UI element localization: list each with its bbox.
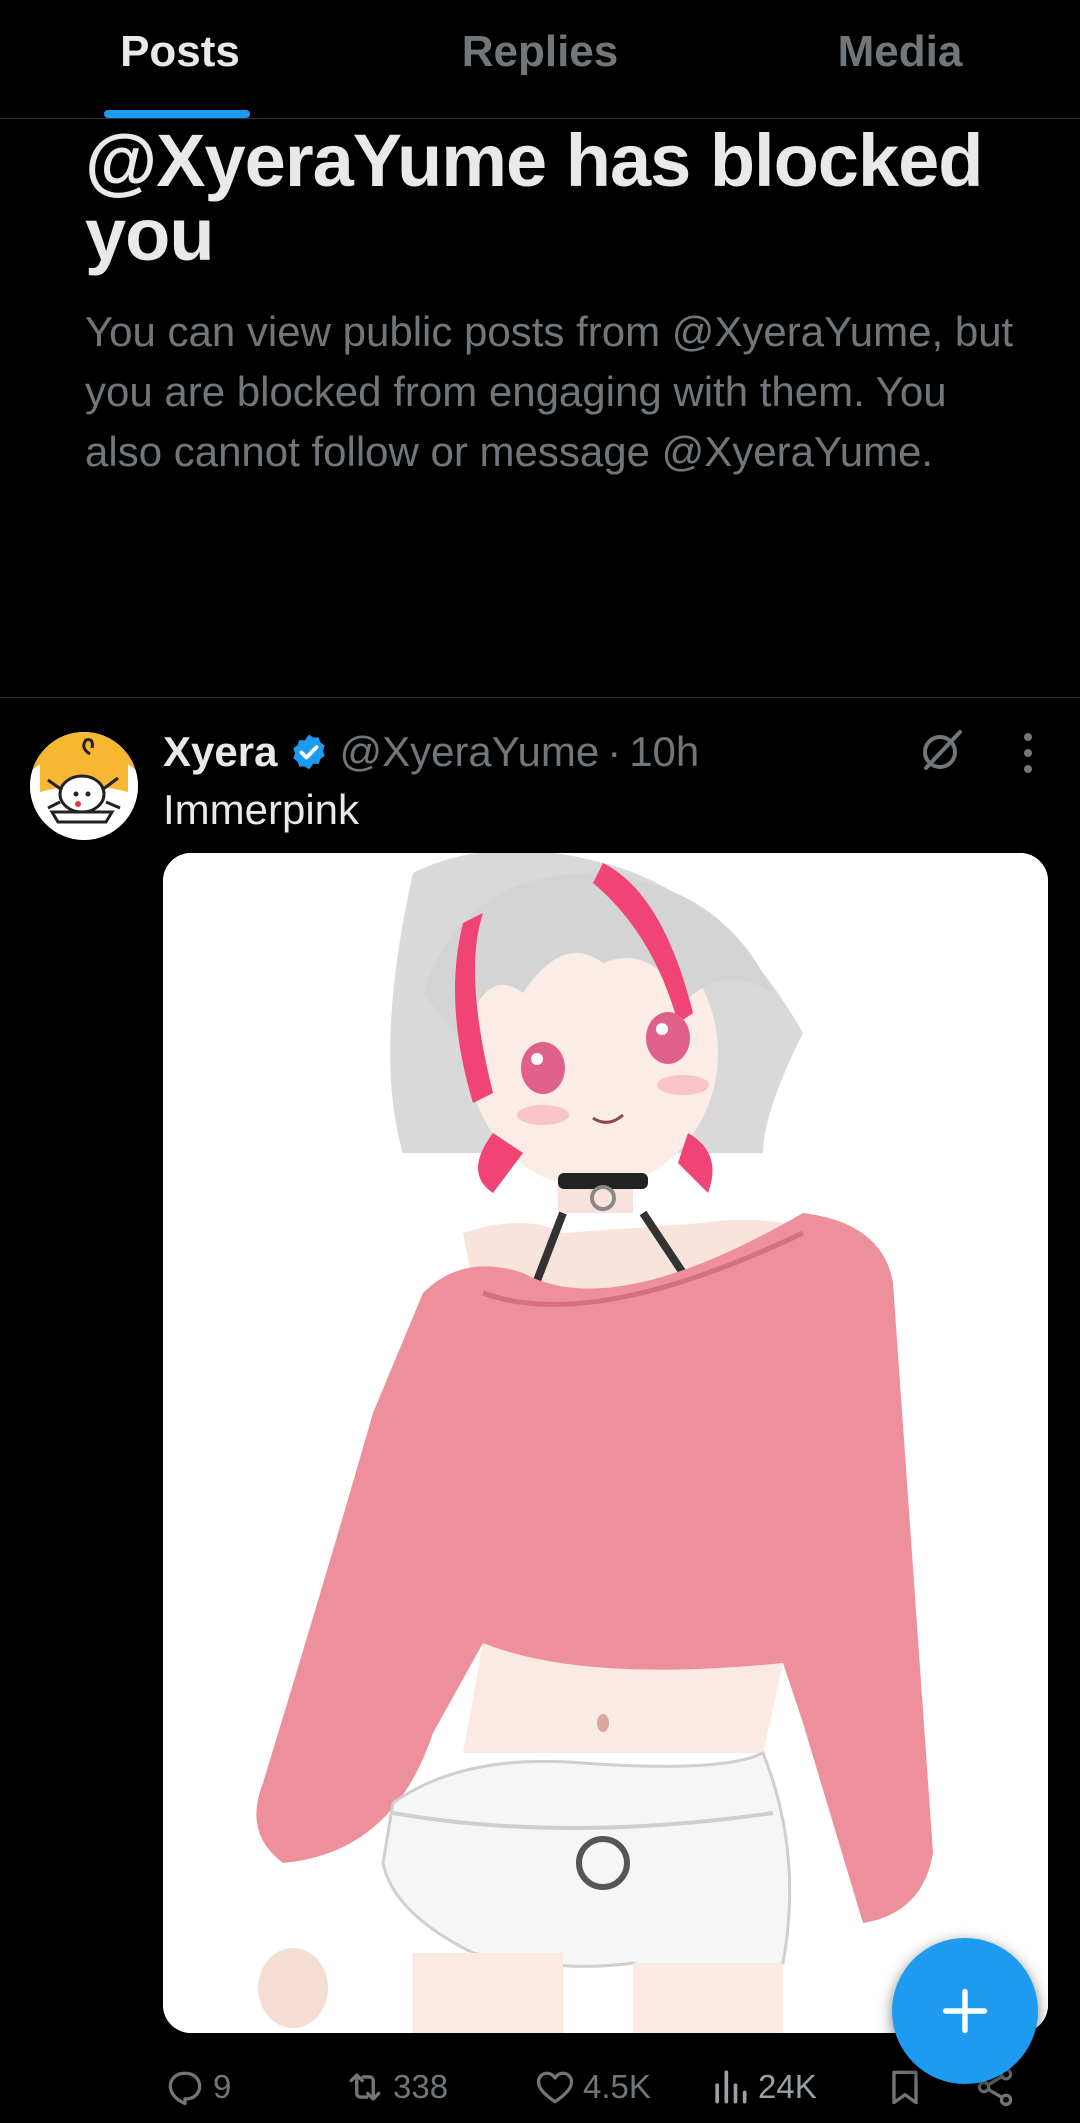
reply-button[interactable]: 9 (163, 2058, 231, 2116)
post-media-image[interactable] (163, 853, 1048, 2033)
tab-media[interactable]: Media (720, 0, 1080, 118)
verified-badge-icon (293, 734, 326, 770)
reply-icon (168, 2071, 202, 2106)
blocked-notice: @XyeraYume has blocked you You can view … (85, 118, 1015, 482)
tab-posts-label: Posts (120, 27, 240, 76)
more-icon[interactable] (1010, 730, 1046, 776)
post-actions: 9 338 4.5K 24K (163, 2058, 1048, 2116)
blocked-message: You can view public posts from @XyeraYum… (85, 308, 1014, 475)
profile-tabs: Posts Replies Media (0, 0, 1080, 119)
tab-replies-label: Replies (461, 27, 619, 76)
like-icon (536, 2071, 574, 2104)
views-icon (715, 2070, 747, 2104)
grok-icon[interactable] (918, 726, 966, 774)
author-name[interactable]: Xyera (163, 728, 277, 776)
plus-icon (942, 1988, 988, 2034)
like-button[interactable]: 4.5K (533, 2058, 651, 2116)
avatar-image (30, 732, 138, 840)
active-tab-indicator (104, 110, 250, 118)
post-text: Immerpink (163, 786, 360, 833)
section-divider (0, 697, 1080, 698)
anime-illustration-image (163, 853, 1048, 2033)
tab-posts[interactable]: Posts (0, 0, 360, 118)
post-time[interactable]: 10h (629, 728, 699, 776)
tab-replies[interactable]: Replies (360, 0, 720, 118)
compose-button[interactable] (892, 1938, 1038, 2084)
views-count: 24K (758, 2068, 817, 2105)
repost-icon (349, 2073, 381, 2101)
blocked-title: @XyeraYume has blocked you (85, 119, 983, 276)
reply-count: 9 (213, 2068, 232, 2105)
avatar[interactable] (30, 732, 138, 840)
repost-button[interactable]: 338 (343, 2058, 448, 2116)
author-handle[interactable]: @XyeraYume (339, 728, 599, 776)
bookmark-icon (892, 2070, 918, 2105)
like-count: 4.5K (583, 2068, 651, 2105)
views-button[interactable]: 24K (708, 2058, 817, 2116)
tab-media-label: Media (837, 27, 963, 76)
repost-count: 338 (393, 2068, 449, 2105)
post-header: Xyera @XyeraYume · 10h (163, 722, 699, 782)
separator-dot: · (607, 728, 622, 775)
